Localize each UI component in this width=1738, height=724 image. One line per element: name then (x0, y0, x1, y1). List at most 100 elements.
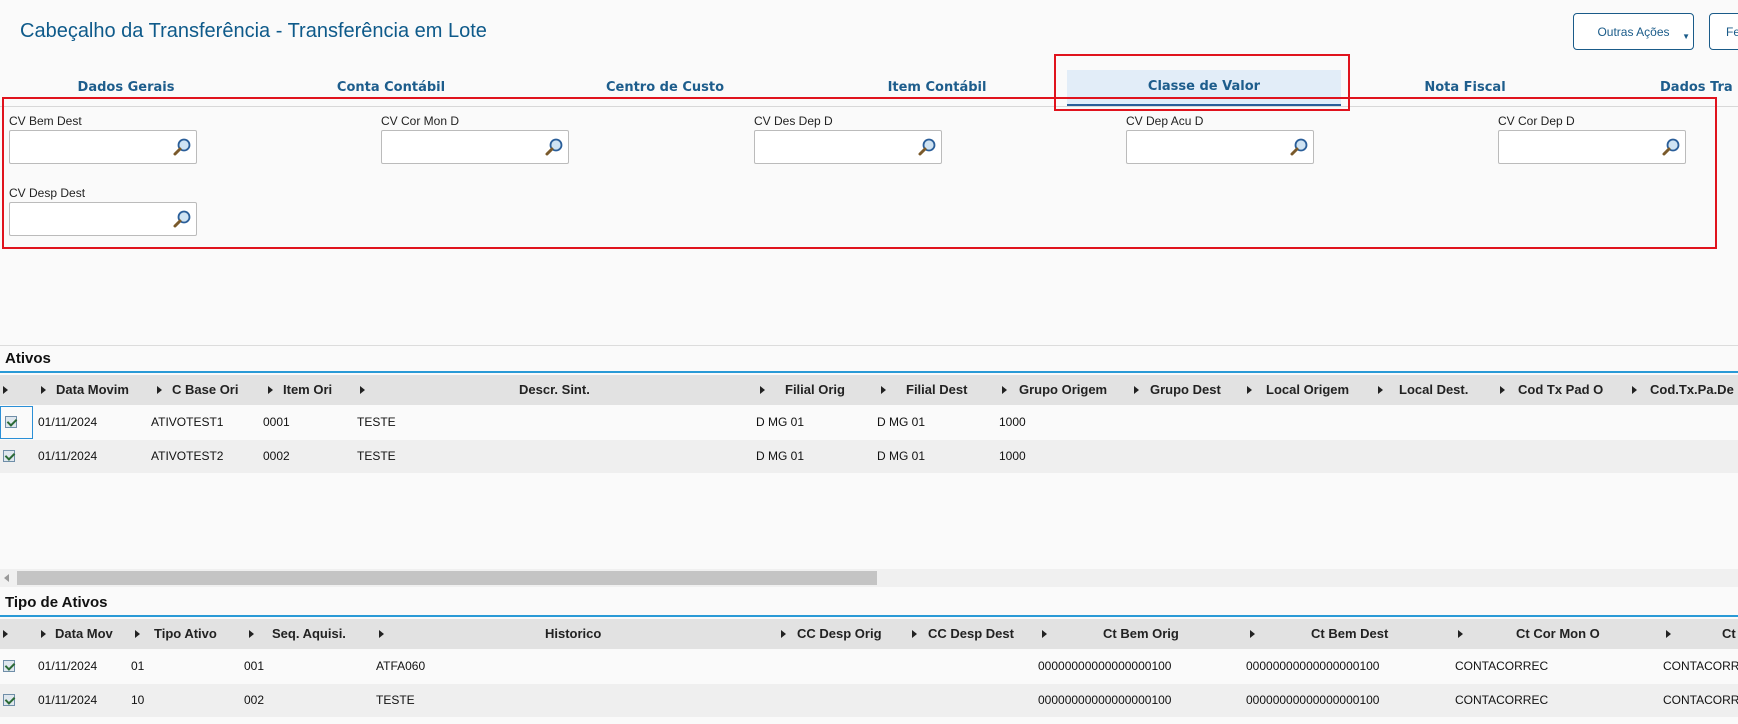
cell-descr-sint: TESTE (357, 449, 396, 463)
cv-cor-mon-d-input[interactable] (381, 130, 569, 164)
column-arrow-icon[interactable] (1002, 386, 1007, 394)
column-arrow-icon[interactable] (1134, 386, 1139, 394)
cv-desp-dest-input[interactable] (9, 202, 197, 236)
field-label: CV Dep Acu D (1126, 114, 1204, 128)
col-cc-desp-orig[interactable]: CC Desp Orig (797, 619, 882, 649)
column-arrow-icon[interactable] (760, 386, 765, 394)
cell-historico: ATFA060 (376, 659, 426, 673)
col-item-ori[interactable]: Item Ori (283, 375, 332, 405)
col-local-origem[interactable]: Local Origem (1266, 375, 1349, 405)
cell-filial-orig: D MG 01 (756, 415, 805, 429)
cell-item-ori: 0001 (263, 415, 290, 429)
column-arrow-icon[interactable] (379, 630, 384, 638)
col-ct[interactable]: Ct (1722, 619, 1736, 649)
cell-data-mov: 01/11/2024 (38, 693, 98, 707)
col-data-mov[interactable]: Data Mov (55, 619, 113, 649)
column-arrow-icon[interactable] (249, 630, 254, 638)
row-checkbox[interactable] (3, 660, 15, 672)
ativos-header-row: Data Movim C Base Ori Item Ori Descr. Si… (0, 375, 1738, 405)
table-row[interactable]: 01/11/2024 ATIVOTEST2 0002 TESTE D MG 01… (0, 440, 1738, 473)
cell-grupo-origem: 1000 (999, 415, 1026, 429)
column-arrow-icon[interactable] (135, 630, 140, 638)
column-arrow-icon[interactable] (157, 386, 162, 394)
col-c-base-ori[interactable]: C Base Ori (172, 375, 238, 405)
field-cv-dep-acu-d: CV Dep Acu D (1126, 114, 1314, 164)
column-arrow-icon[interactable] (1500, 386, 1505, 394)
col-cod-tx-pad-o[interactable]: Cod Tx Pad O (1518, 375, 1603, 405)
column-arrow-icon[interactable] (912, 630, 917, 638)
outras-acoes-button[interactable]: Outras Ações ▼ (1573, 13, 1694, 50)
col-cod-tx-pa-de[interactable]: Cod.Tx.Pa.De (1650, 375, 1734, 405)
ativos-title: Ativos (5, 350, 51, 367)
cell-filial-orig: D MG 01 (756, 449, 805, 463)
cell-tipo-ativo: 01 (131, 659, 145, 673)
magnifier-icon[interactable] (917, 137, 937, 157)
column-arrow-icon[interactable] (1378, 386, 1383, 394)
magnifier-icon[interactable] (544, 137, 564, 157)
column-arrow-icon[interactable] (268, 386, 273, 394)
magnifier-icon[interactable] (172, 209, 192, 229)
cv-des-dep-d-input[interactable] (754, 130, 942, 164)
scroll-left-icon[interactable] (4, 574, 9, 582)
column-arrow-icon[interactable] (3, 630, 8, 638)
cell-ct-bem-orig: 00000000000000000100 (1038, 659, 1172, 673)
col-tipo-ativo[interactable]: Tipo Ativo (154, 619, 217, 649)
horizontal-scrollbar[interactable] (0, 569, 1738, 587)
column-arrow-icon[interactable] (881, 386, 886, 394)
col-cc-desp-dest[interactable]: CC Desp Dest (928, 619, 1014, 649)
magnifier-icon[interactable] (172, 137, 192, 157)
row-checkbox[interactable] (5, 416, 17, 428)
cell-ct-bem-dest: 00000000000000000100 (1246, 693, 1380, 707)
column-arrow-icon[interactable] (1632, 386, 1637, 394)
magnifier-icon[interactable] (1661, 137, 1681, 157)
cell-data-mov: 01/11/2024 (38, 659, 98, 673)
cv-cor-dep-d-input[interactable] (1498, 130, 1686, 164)
page-title: Cabeçalho da Transferência - Transferênc… (20, 20, 487, 42)
magnifier-icon[interactable] (1289, 137, 1309, 157)
col-filial-dest[interactable]: Filial Dest (906, 375, 967, 405)
field-label: CV Cor Dep D (1498, 114, 1575, 128)
cell-ct-bem-dest: 00000000000000000100 (1246, 659, 1380, 673)
column-arrow-icon[interactable] (41, 386, 46, 394)
col-data-movim[interactable]: Data Movim (56, 375, 129, 405)
col-grupo-dest[interactable]: Grupo Dest (1150, 375, 1221, 405)
cv-bem-dest-input[interactable] (9, 130, 197, 164)
col-ct-cor-mon-o[interactable]: Ct Cor Mon O (1516, 619, 1600, 649)
scrollbar-thumb[interactable] (17, 571, 877, 585)
row-checkbox[interactable] (3, 694, 15, 706)
col-filial-orig[interactable]: Filial Orig (785, 375, 845, 405)
cell-item-ori: 0002 (263, 449, 290, 463)
column-arrow-icon[interactable] (41, 630, 46, 638)
column-arrow-icon[interactable] (1042, 630, 1047, 638)
table-row[interactable]: 01/11/2024 10 002 TESTE 0000000000000000… (0, 684, 1738, 717)
fechar-button[interactable]: Fe (1709, 13, 1738, 50)
col-local-dest[interactable]: Local Dest. (1399, 375, 1468, 405)
table-row[interactable]: 01/11/2024 01 001 ATFA060 00000000000000… (0, 650, 1738, 683)
column-arrow-icon[interactable] (3, 386, 8, 394)
col-descr-sint[interactable]: Descr. Sint. (519, 375, 590, 405)
col-ct-bem-orig[interactable]: Ct Bem Orig (1103, 619, 1179, 649)
col-seq-aquisi[interactable]: Seq. Aquisi. (272, 619, 346, 649)
col-ct-bem-dest[interactable]: Ct Bem Dest (1311, 619, 1388, 649)
cell-ct-bem-orig: 00000000000000000100 (1038, 693, 1172, 707)
field-label: CV Bem Dest (9, 114, 82, 128)
column-arrow-icon[interactable] (781, 630, 786, 638)
row-checkbox[interactable] (3, 450, 15, 462)
column-arrow-icon[interactable] (1666, 630, 1671, 638)
cell-filial-dest: D MG 01 (877, 415, 926, 429)
col-historico[interactable]: Historico (545, 619, 601, 649)
column-arrow-icon[interactable] (360, 386, 365, 394)
cell-seq-aquisi: 001 (244, 659, 265, 673)
col-grupo-origem[interactable]: Grupo Origem (1019, 375, 1107, 405)
cell-ct-cor-mon-o: CONTACORREC (1455, 693, 1549, 707)
field-cv-des-dep-d: CV Des Dep D (754, 114, 942, 164)
fechar-label: Fe (1726, 24, 1738, 39)
cell-c-base-ori: ATIVOTEST1 (151, 415, 224, 429)
outras-acoes-label: Outras Ações (1597, 24, 1670, 39)
cv-dep-acu-d-input[interactable] (1126, 130, 1314, 164)
field-cv-desp-dest: CV Desp Dest (9, 186, 197, 236)
column-arrow-icon[interactable] (1250, 630, 1255, 638)
table-row[interactable]: 01/11/2024 ATIVOTEST1 0001 TESTE D MG 01… (0, 406, 1738, 439)
column-arrow-icon[interactable] (1458, 630, 1463, 638)
column-arrow-icon[interactable] (1247, 386, 1252, 394)
